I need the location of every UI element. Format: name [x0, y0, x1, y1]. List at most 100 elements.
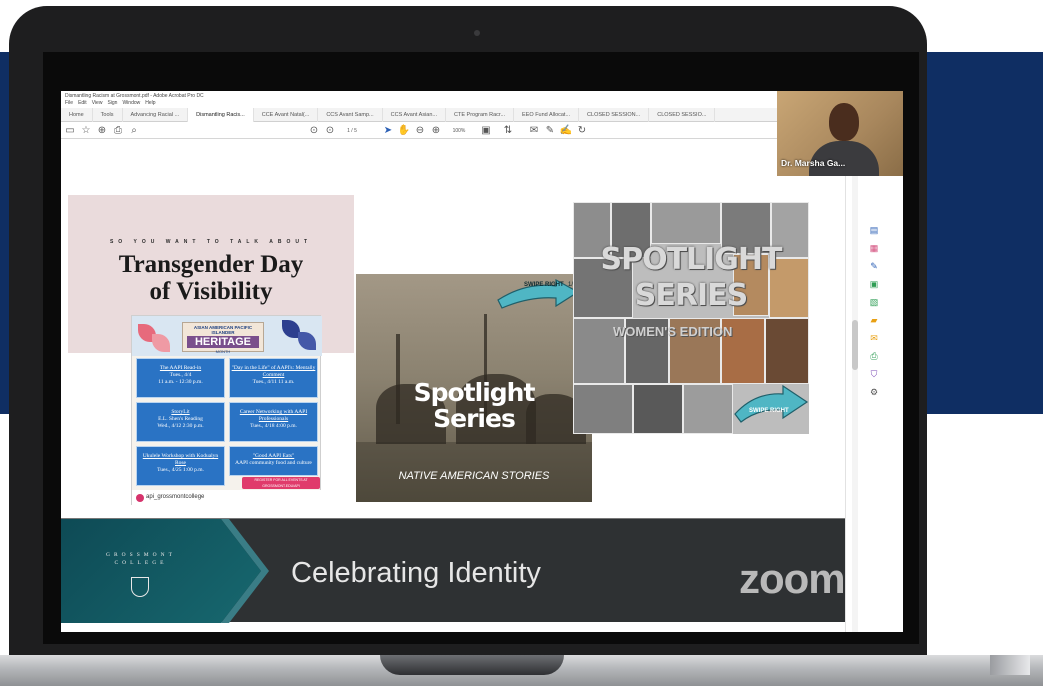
menu-edit[interactable]: Edit: [78, 100, 87, 106]
fill-sign-icon[interactable]: ✉: [868, 332, 880, 344]
zoom-out-icon[interactable]: ⊖: [413, 123, 427, 139]
tools-pane: ▤ ▦ ✎ ▣ ▧ ▰ ✉ ⎙ ⛉ ⚙: [845, 140, 903, 632]
swipe-right-arrow-icon: [734, 384, 809, 423]
event-date: Tues., 4/4: [169, 372, 192, 378]
laptop-notch: [380, 655, 564, 675]
protect-icon[interactable]: ⛉: [868, 368, 880, 380]
heritage-banner: ASIAN AMERICAN PACIFIC ISLANDER HERITAGE…: [182, 322, 264, 354]
export-pdf-icon[interactable]: ▤: [868, 224, 880, 236]
banner-teal-panel: [61, 519, 261, 623]
aapi-footer: api_grossmontcollege: [132, 490, 322, 506]
organize-pages-icon[interactable]: ▣: [868, 278, 880, 290]
edit-pdf-icon[interactable]: ▦: [868, 242, 880, 254]
more-tools-icon[interactable]: ⚙: [868, 386, 880, 398]
college-name: GROSSMONT COLLEGE: [101, 551, 181, 567]
page-down-icon[interactable]: ⊙: [323, 123, 337, 139]
native-title-line2: Series: [433, 404, 516, 433]
women-title-line2: SERIES: [634, 278, 748, 313]
aapi-flyer: ASIAN AMERICAN PACIFIC ISLANDER HERITAGE…: [131, 315, 322, 506]
portrait-photo: [633, 384, 683, 434]
enhance-scans-icon[interactable]: ▧: [868, 296, 880, 308]
portrait-photo: [573, 384, 633, 434]
event-date: Tues., 4/25: [157, 467, 182, 473]
share-icon[interactable]: ↻: [575, 123, 589, 139]
heritage-line1: ASIAN AMERICAN PACIFIC ISLANDER: [193, 325, 253, 335]
tab-home[interactable]: Home: [61, 107, 93, 122]
search-icon[interactable]: ⌕: [127, 123, 141, 139]
menu-help[interactable]: Help: [145, 100, 155, 106]
comment-icon[interactable]: ✉: [527, 123, 541, 139]
tab-doc-dismantling[interactable]: Dismantling Racis...: [188, 107, 254, 122]
tab-doc-closed-1[interactable]: CLOSED SESSION...: [579, 107, 650, 122]
upload-icon[interactable]: ⊕: [95, 123, 109, 139]
event-card: StoryLit E.L. Shen's Reading Wed., 4/12 …: [136, 402, 225, 442]
zoom-level[interactable]: 100%: [447, 123, 471, 139]
tab-doc-advancing[interactable]: Advancing Racial ...: [123, 107, 189, 122]
instagram-icon: [136, 494, 144, 502]
menu-bar: File Edit View Sign Window Help: [65, 100, 156, 106]
menu-view[interactable]: View: [92, 100, 103, 106]
event-time: 1:00 p.m.: [182, 467, 204, 473]
fit-page-icon[interactable]: ▣: [479, 123, 493, 139]
women-subtitle: WOMEN'S EDITION: [613, 324, 733, 339]
instagram-handle: api_grossmontcollege: [146, 494, 205, 500]
laptop-base-edge: [990, 655, 1030, 675]
event-card: Ukulele Workshop with Kodualyn Rose Tues…: [136, 446, 225, 486]
star-icon[interactable]: ☆: [79, 123, 93, 139]
save-icon[interactable]: ▭: [63, 123, 77, 139]
print-production-icon[interactable]: ⎙: [868, 350, 880, 362]
laptop-screen: Dismantling Racism at Grossmont.pdf - Ad…: [43, 52, 919, 644]
tab-doc-closed-2[interactable]: CLOSED SESSIO...: [649, 107, 716, 122]
vertical-scrollbar[interactable]: [852, 140, 858, 632]
tab-doc-cce[interactable]: CCE Avant Natal(...: [254, 107, 319, 122]
comment-tool-icon[interactable]: ▰: [868, 314, 880, 326]
portrait-photo: [765, 318, 809, 384]
tab-doc-eeo[interactable]: EEO Fund Allocat...: [514, 107, 580, 122]
print-icon[interactable]: ⎙: [111, 123, 125, 139]
scroll-thumb[interactable]: [852, 320, 858, 370]
women-title: SPOTLIGHT SERIES: [573, 242, 809, 314]
native-title: Spotlight Series: [356, 380, 592, 432]
scroll-mode-icon[interactable]: ⇅: [501, 123, 515, 139]
native-spotlight-slide: SWIPE RIGHT 1/10 Spotlight Series NATIVE…: [356, 274, 592, 502]
page-indicator[interactable]: 1 / 5: [341, 123, 363, 139]
event-date: Wed., 4/12: [157, 423, 182, 429]
page-up-icon[interactable]: ⊙: [307, 123, 321, 139]
menu-window[interactable]: Window: [122, 100, 140, 106]
tab-tools[interactable]: Tools: [93, 107, 123, 122]
portrait-photo: [683, 384, 733, 434]
sign-icon[interactable]: ✍: [559, 123, 573, 139]
event-time: 11 a.m. - 12:30 p.m.: [158, 379, 203, 385]
celebrating-identity-banner: GROSSMONT COLLEGE Celebrating Identity z…: [61, 518, 846, 623]
event-card: The AAPI Read-in Tues., 4/4 11 a.m. - 12…: [136, 358, 225, 398]
tdov-kicker: SO YOU WANT TO TALK ABOUT: [109, 239, 313, 245]
swipe-right-label: SWIPE RIGHT: [749, 408, 789, 414]
tdov-title-line1: Transgender Day: [118, 251, 304, 278]
tab-doc-ccs-samp[interactable]: CCS Avant Samp...: [318, 107, 383, 122]
event-card: "Day in the Life" of AAPI's: Mentally Co…: [229, 358, 318, 398]
select-tool-icon[interactable]: ➤: [381, 123, 395, 139]
event-title: "Day in the Life" of AAPI's: Mentally Co…: [231, 365, 316, 378]
menu-sign[interactable]: Sign: [107, 100, 117, 106]
participant-video[interactable]: Dr. Marsha Ga...: [777, 91, 903, 176]
women-title-line1: SPOTLIGHT: [600, 242, 782, 277]
native-subtitle: NATIVE AMERICAN STORIES: [398, 470, 550, 482]
aapi-header: ASIAN AMERICAN PACIFIC ISLANDER HERITAGE…: [132, 316, 322, 356]
menu-file[interactable]: File: [65, 100, 73, 106]
zoom-share-window: Dismantling Racism at Grossmont.pdf - Ad…: [61, 91, 903, 632]
event-title: The AAPI Read-in: [159, 365, 202, 371]
event-subtitle: E.L. Shen's Reading: [158, 416, 203, 422]
register-badge: REGISTER FOR ALL EVENTS AT GROSSMONT.EDU…: [242, 477, 320, 489]
participant-name: Dr. Marsha Ga...: [781, 158, 846, 168]
flower-icon: [152, 334, 170, 352]
zoom-in-icon[interactable]: ⊕: [429, 123, 443, 139]
college-name-line1: GROSSMONT: [106, 552, 176, 558]
tab-doc-ccs-asian[interactable]: CCS Avant Asian...: [383, 107, 446, 122]
tab-doc-cte[interactable]: CTE Program Racr...: [446, 107, 515, 122]
hand-tool-icon[interactable]: ✋: [397, 123, 411, 139]
create-pdf-icon[interactable]: ✎: [868, 260, 880, 272]
webcam-icon: [474, 30, 480, 36]
pen-icon[interactable]: ✎: [543, 123, 557, 139]
heritage-line3: MONTH: [215, 349, 231, 354]
native-title-line1: Spotlight: [413, 378, 536, 407]
